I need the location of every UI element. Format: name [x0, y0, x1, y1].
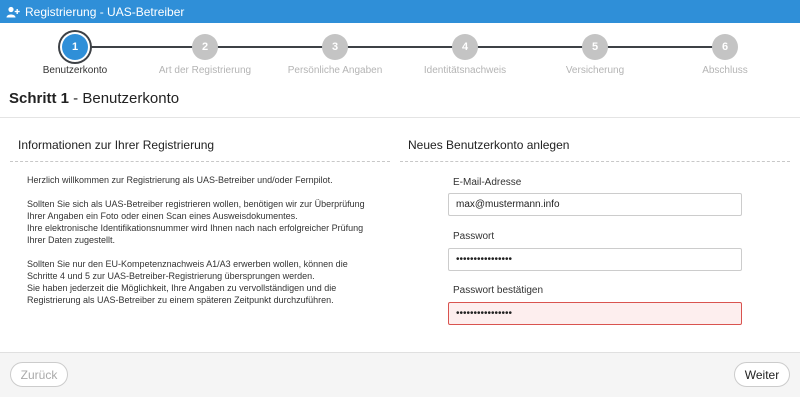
- email-label: E-Mail-Adresse: [453, 177, 522, 188]
- page-title-step: Schritt 1: [9, 90, 70, 107]
- step-3-label: Persönliche Angaben: [287, 65, 383, 76]
- info-section: Informationen zur Ihrer Registrierung: [10, 130, 390, 162]
- step-4-circle: 4: [452, 34, 478, 60]
- page-title: Schritt 1 - Benutzerkonto: [9, 90, 179, 107]
- password-confirm-field[interactable]: ••••••••••••••••: [448, 302, 742, 325]
- password-confirm-label: Passwort bestätigen: [453, 285, 544, 296]
- step-6-label: Abschluss: [702, 65, 748, 76]
- info-paragraph: Sollten Sie sich als UAS-Betreiber regis…: [27, 199, 365, 245]
- step-5: 5 Versicherung: [525, 34, 665, 76]
- step-4: 4 Identitätsnachweis: [395, 34, 535, 76]
- step-1-label: Benutzerkonto: [42, 65, 108, 76]
- step-2-circle: 2: [192, 34, 218, 60]
- next-button[interactable]: Weiter: [734, 362, 790, 387]
- step-3: 3 Persönliche Angaben: [265, 34, 405, 76]
- info-paragraph: Herzlich willkommen zur Registrierung al…: [27, 175, 333, 185]
- account-section: Neues Benutzerkonto anlegen: [400, 130, 790, 162]
- step-5-label: Versicherung: [565, 65, 625, 76]
- footer-bar: Zurück Weiter: [0, 352, 800, 397]
- password-label: Passwort: [453, 231, 495, 242]
- header-divider: [0, 117, 800, 118]
- progress-stepper: 1 Benutzerkonto 2 Art der Registrierung …: [0, 23, 800, 85]
- window-titlebar: Registrierung - UAS-Betreiber: [0, 0, 800, 23]
- step-1: 1 Benutzerkonto: [5, 34, 145, 76]
- step-3-circle: 3: [322, 34, 348, 60]
- step-6-circle: 6: [712, 34, 738, 60]
- add-user-icon: [6, 6, 20, 18]
- step-5-circle: 5: [582, 34, 608, 60]
- info-paragraph: Sollten Sie nur den EU-Kompetenznachweis…: [27, 259, 348, 305]
- password-field[interactable]: ••••••••••••••••: [448, 248, 742, 271]
- info-heading: Informationen zur Ihrer Registrierung: [10, 130, 390, 162]
- back-button[interactable]: Zurück: [10, 362, 68, 387]
- step-2-label: Art der Registrierung: [158, 65, 252, 76]
- page-title-rest: - Benutzerkonto: [69, 90, 180, 107]
- step-6: 6 Abschluss: [655, 34, 795, 76]
- account-heading: Neues Benutzerkonto anlegen: [400, 130, 790, 162]
- window-title: Registrierung - UAS-Betreiber: [25, 4, 185, 19]
- step-1-circle: 1: [62, 34, 88, 60]
- info-text: Herzlich willkommen zur Registrierung al…: [27, 174, 377, 318]
- email-field[interactable]: max@mustermann.info: [448, 193, 742, 216]
- step-2: 2 Art der Registrierung: [135, 34, 275, 76]
- step-4-label: Identitätsnachweis: [423, 65, 507, 76]
